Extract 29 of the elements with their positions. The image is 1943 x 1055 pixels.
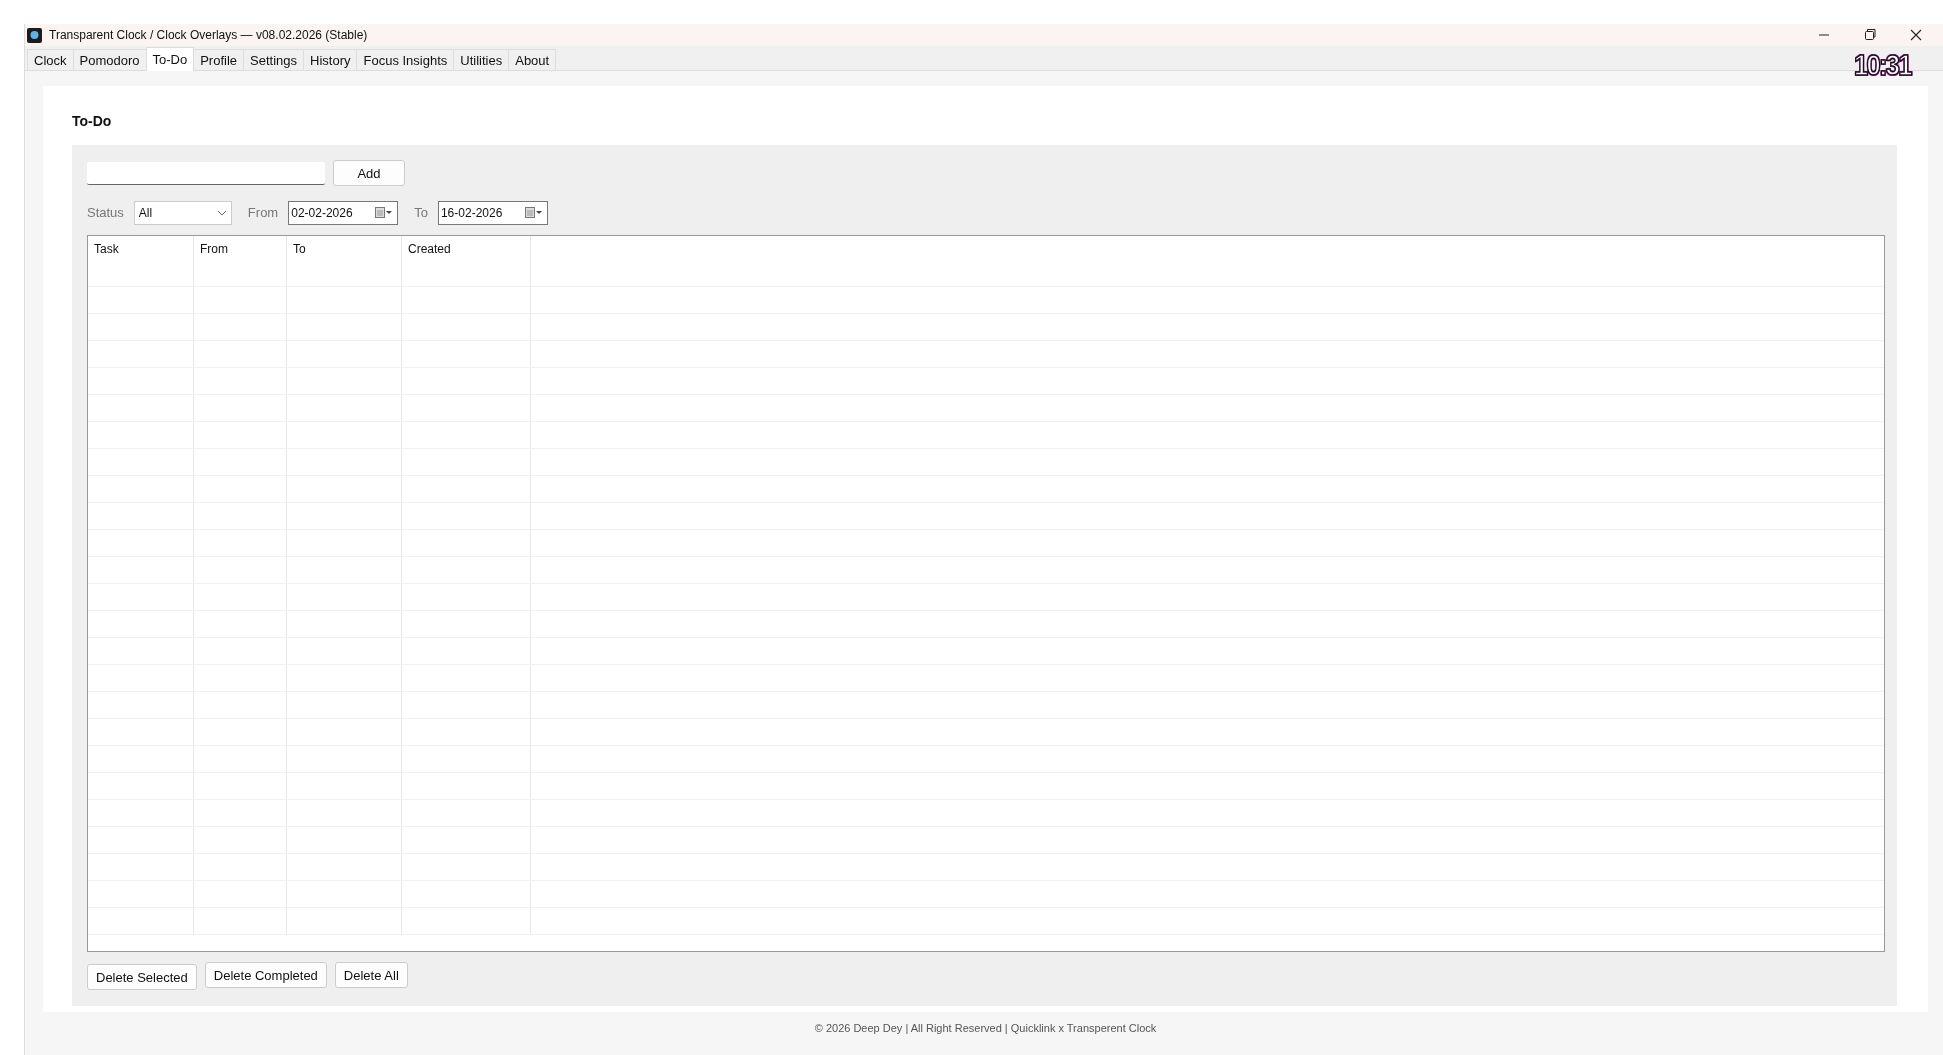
column-header[interactable]: From [194, 236, 287, 286]
clock-overlay: 10:31 [1854, 48, 1911, 82]
footer-text: © 2026 Deep Dey | All Right Reserved | Quicklink x Transperent Clock [813, 1021, 1158, 1034]
to-date-picker[interactable]: 16-02-2026 [437, 200, 548, 225]
column-header[interactable]: To [287, 236, 402, 286]
tab[interactable]: Focus Insights [356, 49, 455, 70]
delete-button[interactable]: Delete Completed [204, 962, 327, 988]
from-date-picker[interactable]: 02-02-2026 [288, 200, 399, 225]
tab[interactable]: Settings [243, 49, 305, 70]
app-icon [27, 27, 42, 43]
tab[interactable]: About [508, 49, 557, 70]
calendar-icon [524, 207, 543, 218]
calendar-icon [375, 207, 394, 218]
column-header[interactable]: Task [88, 236, 194, 286]
status-label: Status [87, 205, 124, 220]
tab[interactable]: History [303, 49, 358, 70]
delete-button[interactable]: Delete Selected [87, 964, 197, 990]
to-label: To [414, 205, 428, 220]
status-dropdown[interactable]: All [133, 200, 232, 225]
task-input-field[interactable] [87, 161, 325, 185]
chevron-icon [216, 209, 227, 216]
tab[interactable]: To-Do [145, 47, 195, 71]
from-label: From [247, 205, 279, 220]
section-heading: To-Do [72, 113, 113, 131]
delete-button[interactable]: Delete All [334, 962, 408, 988]
column-header[interactable]: Created [402, 236, 531, 286]
add-button[interactable]: Add [333, 160, 405, 186]
window-title: Transparent Clock / Clock Overlays — v08.02.2026 (Stable) [49, 28, 368, 42]
tab[interactable]: Clock [27, 49, 74, 70]
